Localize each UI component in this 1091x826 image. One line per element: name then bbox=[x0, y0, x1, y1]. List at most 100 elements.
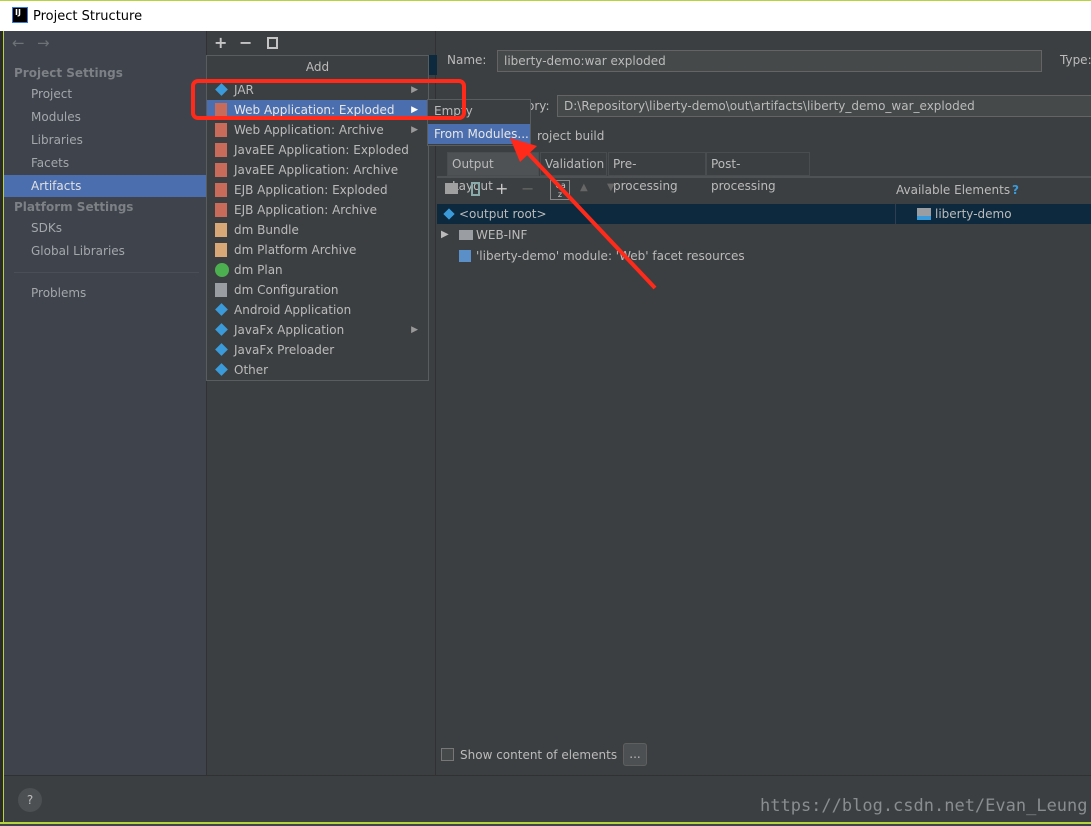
sidebar-item-modules[interactable]: Modules bbox=[4, 106, 206, 128]
menu-item-label: Web Application: Exploded bbox=[234, 103, 395, 117]
menu-item[interactable]: Web Application: Exploded ▶ bbox=[207, 100, 428, 120]
new-folder-icon[interactable] bbox=[445, 183, 458, 194]
menu-item[interactable]: JavaFx Preloader bbox=[207, 340, 428, 360]
submenu-arrow-icon: ▶ bbox=[411, 125, 418, 135]
ejb-icon bbox=[215, 203, 227, 217]
add-element-icon[interactable]: + bbox=[495, 179, 508, 198]
tab-validation[interactable]: Validation bbox=[540, 152, 607, 176]
module-icon bbox=[917, 208, 931, 220]
submenu-arrow-icon: ▶ bbox=[411, 325, 418, 335]
menu-item-label: JAR bbox=[234, 83, 254, 97]
type-label: Type: bbox=[1060, 53, 1091, 67]
window-edge-bottom bbox=[0, 822, 1091, 826]
submenu-arrow-icon: ▶ bbox=[411, 105, 418, 115]
sort-icon[interactable]: ↕a z bbox=[550, 180, 570, 200]
available-item-label: liberty-demo bbox=[935, 207, 1012, 221]
name-input[interactable]: liberty-demo:war exploded bbox=[497, 50, 1042, 72]
tab-post-processing[interactable]: Post-processing bbox=[706, 152, 810, 193]
menu-item[interactable]: JavaFx Application ▶ bbox=[207, 320, 428, 340]
jar-icon bbox=[215, 83, 229, 97]
include-in-build-label[interactable]: roject build bbox=[537, 129, 604, 143]
menu-item-label: Android Application bbox=[234, 303, 352, 317]
tree-row-label: 'liberty-demo' module: 'Web' facet resou… bbox=[476, 249, 745, 263]
menu-item[interactable]: dm Plan bbox=[207, 260, 428, 280]
web-app-icon bbox=[215, 103, 227, 117]
tree-row-web-inf[interactable]: ▶ WEB-INF bbox=[441, 225, 527, 245]
name-label: Name: bbox=[447, 53, 487, 67]
show-content-checkbox[interactable] bbox=[441, 748, 454, 761]
menu-item-label: dm Bundle bbox=[234, 223, 299, 237]
menu-header: Add bbox=[207, 56, 428, 80]
sidebar-item-problems[interactable]: Problems bbox=[4, 282, 206, 304]
dialog-footer: ? https://blog.csdn.net/Evan_Leung bbox=[4, 775, 1091, 822]
artifact-icon bbox=[215, 363, 229, 377]
help-button[interactable]: ? bbox=[18, 788, 42, 812]
javaee-icon bbox=[215, 163, 227, 177]
menu-item-label: JavaEE Application: Archive bbox=[234, 163, 399, 177]
forward-arrow-icon[interactable]: → bbox=[37, 34, 50, 52]
output-directory-input[interactable]: D:\Repository\liberty-demo\out\artifacts… bbox=[557, 95, 1091, 117]
move-up-icon: ▲ bbox=[580, 182, 588, 193]
menu-item[interactable]: Web Application: Archive ▶ bbox=[207, 120, 428, 140]
artifact-detail-panel: Name: liberty-demo:war exploded Type: or… bbox=[437, 31, 1091, 775]
web-facet-icon bbox=[459, 250, 471, 262]
add-artifact-menu: Add JAR ▶ Web Application: Exploded ▶ Web Ap… bbox=[206, 55, 429, 381]
menu-item[interactable]: dm Bundle bbox=[207, 220, 428, 240]
help-icon[interactable]: ? bbox=[1012, 183, 1019, 197]
move-down-icon: ▼ bbox=[607, 182, 615, 193]
menu-item[interactable]: JavaEE Application: Exploded bbox=[207, 140, 428, 160]
web-app-icon bbox=[215, 123, 227, 137]
menu-item[interactable]: Android Application bbox=[207, 300, 428, 320]
document-icon bbox=[215, 283, 227, 297]
tree-row-label: WEB-INF bbox=[476, 228, 528, 242]
more-button[interactable]: ... bbox=[623, 743, 647, 766]
section-project-settings: Project Settings bbox=[14, 66, 123, 80]
ejb-icon bbox=[215, 183, 227, 197]
artifact-selected-row[interactable] bbox=[429, 55, 437, 75]
folder-icon bbox=[459, 230, 473, 240]
tab-pre-processing[interactable]: Pre-processing bbox=[608, 152, 706, 193]
sidebar-item-libraries[interactable]: Libraries bbox=[4, 129, 206, 151]
menu-item[interactable]: EJB Application: Exploded bbox=[207, 180, 428, 200]
available-item-liberty-demo[interactable]: liberty-demo bbox=[917, 204, 1012, 224]
web-exploded-submenu: Empty From Modules... bbox=[427, 99, 531, 146]
menu-item-label: JavaFx Application bbox=[234, 323, 345, 337]
artifact-icon bbox=[215, 303, 229, 317]
divider bbox=[14, 272, 199, 273]
remove-element-icon: − bbox=[521, 179, 535, 198]
javaee-icon bbox=[215, 143, 227, 157]
menu-item-label: JavaFx Preloader bbox=[234, 343, 335, 357]
menu-item[interactable]: JavaEE Application: Archive bbox=[207, 160, 428, 180]
window-title: Project Structure bbox=[33, 9, 143, 24]
tab-output-layout[interactable]: Output Layout bbox=[447, 152, 539, 193]
sidebar-item-global-libraries[interactable]: Global Libraries bbox=[4, 240, 206, 262]
add-button[interactable]: + bbox=[214, 33, 227, 52]
menu-item[interactable]: JAR ▶ bbox=[207, 80, 428, 100]
expand-arrow-icon[interactable]: ▶ bbox=[441, 225, 449, 245]
sidebar-item-project[interactable]: Project bbox=[4, 83, 206, 105]
tree-row-facet-resources[interactable]: 'liberty-demo' module: 'Web' facet resou… bbox=[459, 246, 745, 266]
menu-item[interactable]: dm Platform Archive bbox=[207, 240, 428, 260]
archive-icon[interactable] bbox=[471, 182, 480, 196]
dm-plan-icon bbox=[215, 263, 229, 277]
menu-item-label: EJB Application: Archive bbox=[234, 203, 377, 217]
submenu-arrow-icon: ▶ bbox=[411, 85, 418, 95]
remove-button[interactable]: − bbox=[239, 33, 252, 52]
artifact-icon bbox=[215, 343, 229, 357]
sidebar-item-artifacts[interactable]: Artifacts bbox=[4, 175, 206, 197]
back-arrow-icon[interactable]: ← bbox=[12, 34, 25, 52]
menu-item[interactable]: dm Configuration bbox=[207, 280, 428, 300]
menu-item[interactable]: Other bbox=[207, 360, 428, 380]
menu-item[interactable]: EJB Application: Archive bbox=[207, 200, 428, 220]
sidebar-item-sdks[interactable]: SDKs bbox=[4, 217, 206, 239]
tree-row-output-root[interactable]: <output root> bbox=[441, 204, 547, 224]
menu-item-label: Web Application: Archive bbox=[234, 123, 384, 137]
submenu-item-from-modules[interactable]: From Modules... bbox=[428, 124, 530, 144]
copy-icon[interactable] bbox=[267, 37, 278, 49]
sidebar-item-facets[interactable]: Facets bbox=[4, 152, 206, 174]
submenu-item-empty[interactable]: Empty bbox=[428, 101, 530, 121]
show-content-label[interactable]: Show content of elements bbox=[460, 748, 617, 762]
menu-item-label: dm Plan bbox=[234, 263, 283, 277]
menu-item-label: EJB Application: Exploded bbox=[234, 183, 388, 197]
section-platform-settings: Platform Settings bbox=[14, 200, 134, 214]
